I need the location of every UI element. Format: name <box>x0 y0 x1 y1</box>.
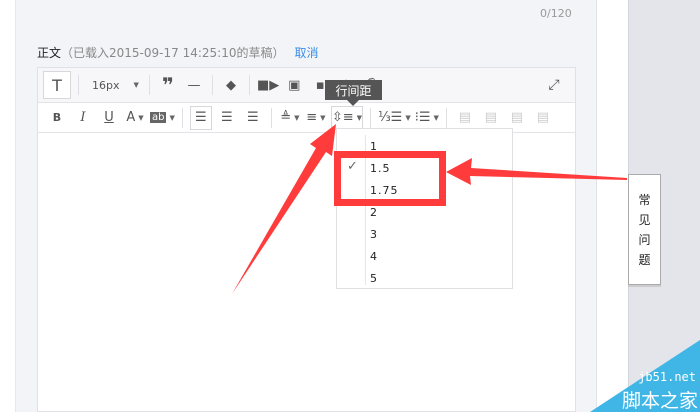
faq-char: 见 <box>638 212 651 227</box>
highlight-box <box>334 151 446 206</box>
watermark-name: 脚本之家 <box>621 390 698 412</box>
faq-button[interactable]: 常 见 问 题 <box>628 174 661 285</box>
watermark: jb51.net 脚本之家 <box>590 340 700 412</box>
faq-char: 题 <box>638 252 651 267</box>
arrow-to-button <box>232 124 336 294</box>
faq-char: 常 <box>638 192 651 207</box>
faq-char: 问 <box>638 232 651 247</box>
watermark-site: jb51.net <box>638 370 696 384</box>
arrow-to-options <box>446 158 627 185</box>
